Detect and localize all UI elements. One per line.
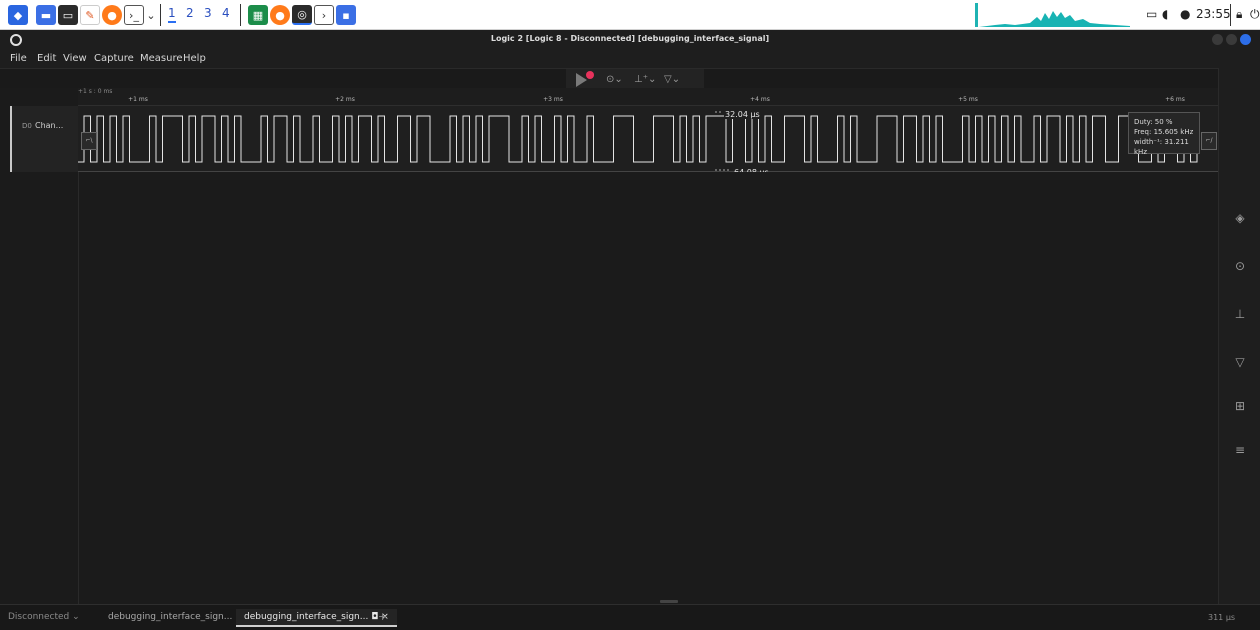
analyzers-icon[interactable]: ⊞ [1232,398,1248,414]
trigger-icon[interactable]: ⊥⁺⌄ [634,74,656,85]
tooltip-freq: Freq: 15.605 kHz [1134,128,1194,136]
channel-name[interactable]: Chan... [35,121,63,130]
volume-icon[interactable]: ◖ [1162,7,1168,21]
digital-waveform[interactable] [78,106,1218,172]
trigger-side-icon[interactable]: ⊥ [1232,306,1248,322]
menu-file[interactable]: File [10,53,27,64]
record-indicator-icon [586,71,594,79]
right-sidebar: ◈ ⊙ ⊥ ▽ ⊞ ≡ [1218,68,1260,604]
panel-separator [240,4,241,26]
panel-separator [160,4,161,26]
connection-status[interactable]: Disconnected ⌄ [8,612,80,622]
status-bar: Disconnected ⌄ debugging_interface_sign.… [0,604,1260,630]
waveform-canvas[interactable] [0,172,1218,604]
filter-side-icon[interactable]: ▽ [1232,354,1248,370]
screen-task-icon[interactable]: ▪ [336,5,356,25]
ruler-tick-label: +6 ms [1165,96,1185,103]
tooltip-width: width⁻¹: 31.211 kHz [1134,138,1189,156]
file-manager-icon[interactable]: ▭ [58,5,78,25]
ruler-tick-label: +1 ms [128,96,148,103]
ruler-tick-label: +3 ms [543,96,563,103]
tooltip-duty: Duty: 50 % [1134,118,1173,126]
panel-resize-handle[interactable] [660,600,678,603]
window-titlebar: Logic 2 [Logic 8 - Disconnected] [debugg… [0,30,1260,50]
maximize-button[interactable] [1226,34,1237,45]
menu-capture[interactable]: Capture [94,53,134,64]
add-tab-button[interactable]: + [378,610,387,623]
chevron-down-icon[interactable]: ⌄ [146,5,156,25]
toolbar-row: ⊙⌄ ⊥⁺⌄ ▽⌄ [0,68,1218,91]
cpu-usage-graph [975,3,1130,27]
prev-edge-button[interactable]: ⌐\ [81,132,97,150]
chevron-down-icon: ⌄ [72,612,80,622]
terminal-task-icon[interactable]: › [314,5,334,25]
menu-measure[interactable]: Measure [140,53,183,64]
menu-view[interactable]: View [63,53,87,64]
workspace-3[interactable]: 3 [204,6,212,20]
terminal-icon[interactable]: ›_ [124,5,144,25]
workspace-2[interactable]: 2 [186,6,194,20]
close-button[interactable] [1240,34,1251,45]
text-editor-icon[interactable]: ✎ [80,5,100,25]
notification-icon[interactable]: ● [1180,7,1190,21]
power-icon[interactable]: ⏻ [1250,7,1260,22]
ruler-tick-label: +4 ms [750,96,770,103]
channel-number: D0 [22,122,32,130]
desktop-icon[interactable]: ▬ [36,5,56,25]
window-task-icon[interactable]: ▦ [248,5,268,25]
firefox-task-icon[interactable]: ● [270,5,290,25]
menu-bar: File Edit View Capture Measure Help [0,50,1260,68]
menu-edit[interactable]: Edit [37,53,56,64]
connection-status-label: Disconnected [8,612,70,622]
waveform-trace [78,115,1198,163]
filter-icon[interactable]: ▽⌄ [664,74,680,85]
next-edge-button[interactable]: ⌐/ [1201,132,1217,150]
session-tab-label: debugging_interface_sign... [244,612,369,622]
channel-divider [78,172,79,604]
timeline-ruler[interactable]: +1 s : 0 ms +1 ms +2 ms +3 ms +4 ms +5 m… [78,88,1218,106]
workspace-4[interactable]: 4 [222,6,230,20]
window-icon[interactable]: ▭ [1146,7,1157,21]
channel-header[interactable]: D0 Chan... [10,106,78,172]
window-title: Logic 2 [Logic 8 - Disconnected] [debugg… [490,34,770,43]
logic-task-icon[interactable]: ◎ [292,5,312,25]
clock[interactable]: 23:55 [1196,7,1231,21]
device-icon[interactable]: ◈ [1232,210,1248,226]
ruler-origin-label: +1 s : 0 ms [78,88,113,95]
ruler-tick-label: +2 ms [335,96,355,103]
pulse-width-measurement: 32.04 µs [724,110,761,119]
capture-settings-icon[interactable]: ⊙⌄ [606,74,623,85]
measurement-tooltip: Duty: 50 % Freq: 15.605 kHz width⁻¹: 31.… [1128,112,1200,156]
minimize-button[interactable] [1212,34,1223,45]
session-tab-active[interactable]: debugging_interface_sign... ◘ × [236,609,397,627]
panel-separator [1230,4,1231,26]
channel-track[interactable]: ⌐\ ⌐/ 32.04 µs 64.08 µs Duty: 50 % Freq:… [78,106,1218,177]
timing-icon[interactable]: ⊙ [1232,258,1248,274]
menu-help[interactable]: Help [183,53,206,64]
notes-icon[interactable]: ≡ [1232,442,1248,458]
os-top-panel: ◆ ▬ ▭ ✎ ● ›_ ⌄ 1 2 3 4 ▦ ● ◎ › ▪ ▭ ◖ 23:… [0,0,1260,30]
lock-icon[interactable]: 🔒︎ [1236,7,1242,22]
ruler-tick-label: +5 ms [958,96,978,103]
zoom-level: 311 µs [1208,613,1236,622]
distro-menu-icon[interactable]: ◆ [8,5,28,25]
firefox-icon[interactable]: ● [102,5,122,25]
workspace-1[interactable]: 1 [168,6,176,23]
session-tab-label: debugging_interface_sign... [108,612,233,622]
